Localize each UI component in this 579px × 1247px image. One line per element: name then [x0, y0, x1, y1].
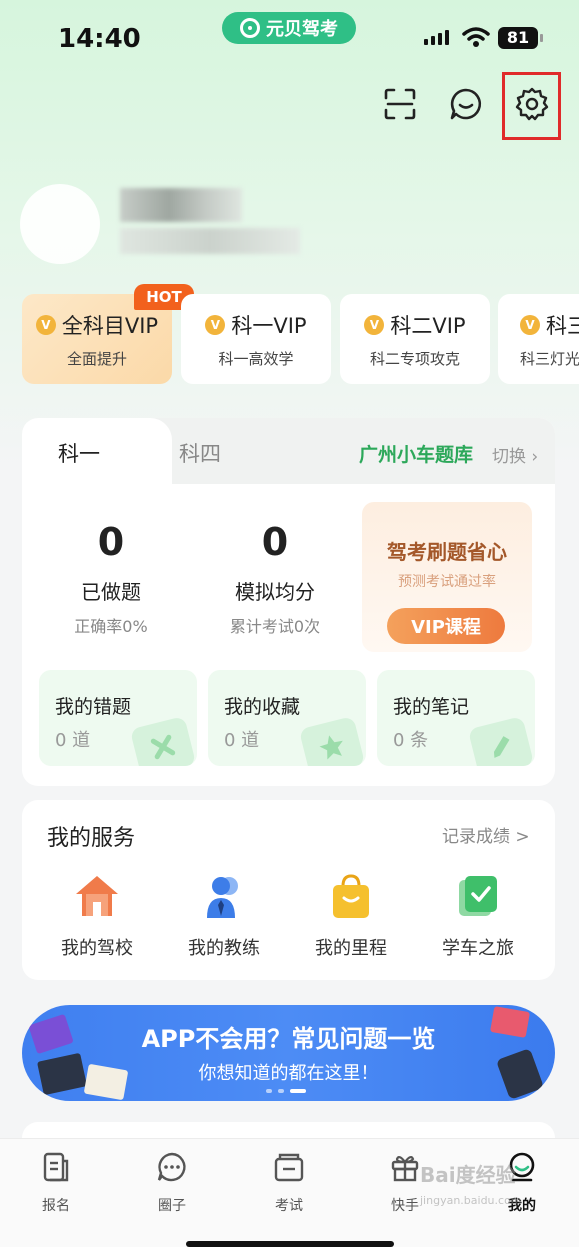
- service-label: 我的驾校: [61, 938, 133, 959]
- tab-exam[interactable]: 考试: [249, 1151, 329, 1215]
- vip-card-title: 科二VIP: [390, 313, 466, 338]
- vip-card-title: 科三: [546, 313, 579, 338]
- vip-card-subject3[interactable]: V 科三 科三灯光: [498, 294, 579, 384]
- switch-bank-link[interactable]: 切换 ›: [492, 442, 538, 467]
- signal-icon: [424, 30, 449, 45]
- service-label: 我的里程: [315, 938, 387, 959]
- mini-card-title: 我的错题: [55, 696, 132, 718]
- vip-card-sub: 科三灯光: [520, 349, 579, 368]
- avatar[interactable]: [20, 184, 100, 264]
- stat-value: 0: [97, 520, 125, 564]
- username-blurred: [120, 188, 242, 222]
- my-notes-card[interactable]: 我的笔记 0 条: [377, 670, 535, 766]
- banner-title: APP不会用？常见问题一览: [141, 1025, 436, 1053]
- chevron-right-icon: ›: [526, 447, 539, 467]
- baidu-watermark: Bai度经验 jingyan.baidu.com: [420, 1164, 570, 1230]
- vip-card-title: 全科目VIP: [61, 313, 159, 338]
- tab-label: 报名: [42, 1198, 70, 1214]
- my-services-panel: 我的服务 记录成绩 > 我的驾校 我的教练 我的里程 学车之旅: [22, 800, 555, 980]
- services-title: 我的服务: [47, 826, 136, 851]
- stat-done[interactable]: 0 已做题 正确率0%: [36, 520, 186, 637]
- pencil-icon: [467, 715, 535, 766]
- service-label: 我的教练: [188, 938, 260, 959]
- mini-card-count: 0 道: [55, 730, 91, 751]
- promo-title: 驾考刷题省心: [387, 540, 507, 564]
- wifi-icon: [462, 27, 490, 47]
- mini-card-count: 0 条: [393, 730, 429, 751]
- mileage-icon: [333, 874, 369, 918]
- faq-banner[interactable]: APP不会用？常见问题一览 你想知道的都在这里！: [22, 1005, 555, 1101]
- cross-icon: [129, 715, 197, 766]
- question-bank-city[interactable]: 广州小车题库: [359, 440, 473, 467]
- journey-icon: [459, 876, 497, 916]
- gift-icon: [391, 1155, 419, 1182]
- watermark-main: Bai度经验: [420, 1163, 516, 1187]
- steering-wheel-icon: [240, 18, 260, 38]
- vip-card-all[interactable]: V 全科目VIP 全面提升 HOT: [22, 284, 194, 384]
- stat-label: 模拟均分: [235, 580, 315, 604]
- tab-label: 圈子: [158, 1198, 186, 1214]
- stat-value: 0: [261, 520, 289, 564]
- school-icon: [76, 876, 118, 916]
- coach-icon: [207, 877, 238, 918]
- record-score-link[interactable]: 记录成绩 >: [442, 822, 530, 847]
- exam-icon: [274, 1153, 304, 1182]
- service-my-coach[interactable]: 我的教练: [169, 872, 279, 960]
- message-icon[interactable]: [448, 86, 484, 122]
- vip-coin-icon: V: [35, 314, 56, 335]
- mini-card-count: 0 道: [224, 730, 260, 751]
- vip-card-subject2[interactable]: V 科二VIP 科二专项攻克: [340, 294, 490, 384]
- banner-pagination: [266, 1089, 306, 1093]
- tab-signup[interactable]: 报名: [16, 1151, 96, 1215]
- banner-subtitle: 你想知道的都在这里！: [198, 1063, 379, 1084]
- vip-card-title: 科一VIP: [231, 313, 307, 338]
- service-label: 学车之旅: [442, 938, 514, 959]
- my-mistakes-card[interactable]: 我的错题 0 道: [39, 670, 197, 766]
- vip-card-row: V 全科目VIP 全面提升 HOT V 科一VIP 科一高效学 V 科二VIP 科二专…: [0, 284, 579, 386]
- my-favorites-card[interactable]: 我的收藏 0 道: [208, 670, 366, 766]
- vip-promo-card[interactable]: 驾考刷题省心 预测考试通过率 VIP课程: [362, 502, 532, 652]
- vip-card-sub: 科二专项攻克: [369, 349, 460, 368]
- app-pill-label: 元贝驾考: [266, 19, 338, 40]
- vip-coin-icon: V: [520, 314, 540, 335]
- stat-sub: 累计考试0次: [229, 617, 321, 636]
- battery-icon: 81: [498, 27, 543, 49]
- scan-icon[interactable]: [382, 86, 418, 122]
- signup-icon: [43, 1152, 69, 1182]
- vip-card-sub: 全面提升: [66, 349, 127, 368]
- user-subtitle-blurred: [120, 228, 300, 254]
- mini-card-title: 我的收藏: [224, 696, 301, 718]
- tab-label: 考试: [275, 1198, 303, 1214]
- switch-label: 切换: [492, 447, 526, 467]
- subject-panel: 科一 科四 广州小车题库 切换 › 0 已做题 正确率0% 0 模拟均分 累计考…: [22, 418, 555, 786]
- watermark-sub: jingyan.baidu.com: [420, 1194, 522, 1207]
- tab-subject1[interactable]: 科一: [58, 438, 100, 468]
- app-indicator-pill[interactable]: 元贝驾考: [222, 12, 356, 44]
- home-indicator[interactable]: [186, 1241, 394, 1247]
- vip-coin-icon: V: [364, 314, 385, 335]
- stat-label: 已做题: [81, 580, 141, 604]
- status-time: 14:40: [58, 24, 141, 54]
- tab-subject4[interactable]: 科四: [179, 438, 221, 468]
- stat-sub: 正确率0%: [74, 617, 148, 636]
- vip-coin-icon: V: [205, 314, 226, 335]
- vip-card-sub: 科一高效学: [218, 349, 294, 368]
- service-my-school[interactable]: 我的驾校: [42, 872, 152, 960]
- vip-course-button[interactable]: VIP课程: [387, 608, 505, 644]
- service-my-mileage[interactable]: 我的里程: [296, 872, 406, 960]
- star-icon: [298, 715, 366, 766]
- chat-icon: [157, 1152, 186, 1182]
- tab-circle[interactable]: 圈子: [132, 1151, 212, 1215]
- service-learning-journey[interactable]: 学车之旅: [423, 872, 533, 960]
- promo-sub: 预测考试通过率: [398, 574, 496, 590]
- status-bar: 14:40 元贝驾考 81: [0, 0, 579, 62]
- vip-card-subject1[interactable]: V 科一VIP 科一高效学: [181, 294, 331, 384]
- mini-card-title: 我的笔记: [393, 696, 470, 718]
- stat-average[interactable]: 0 模拟均分 累计考试0次: [200, 520, 350, 637]
- settings-highlight-box: [502, 72, 561, 140]
